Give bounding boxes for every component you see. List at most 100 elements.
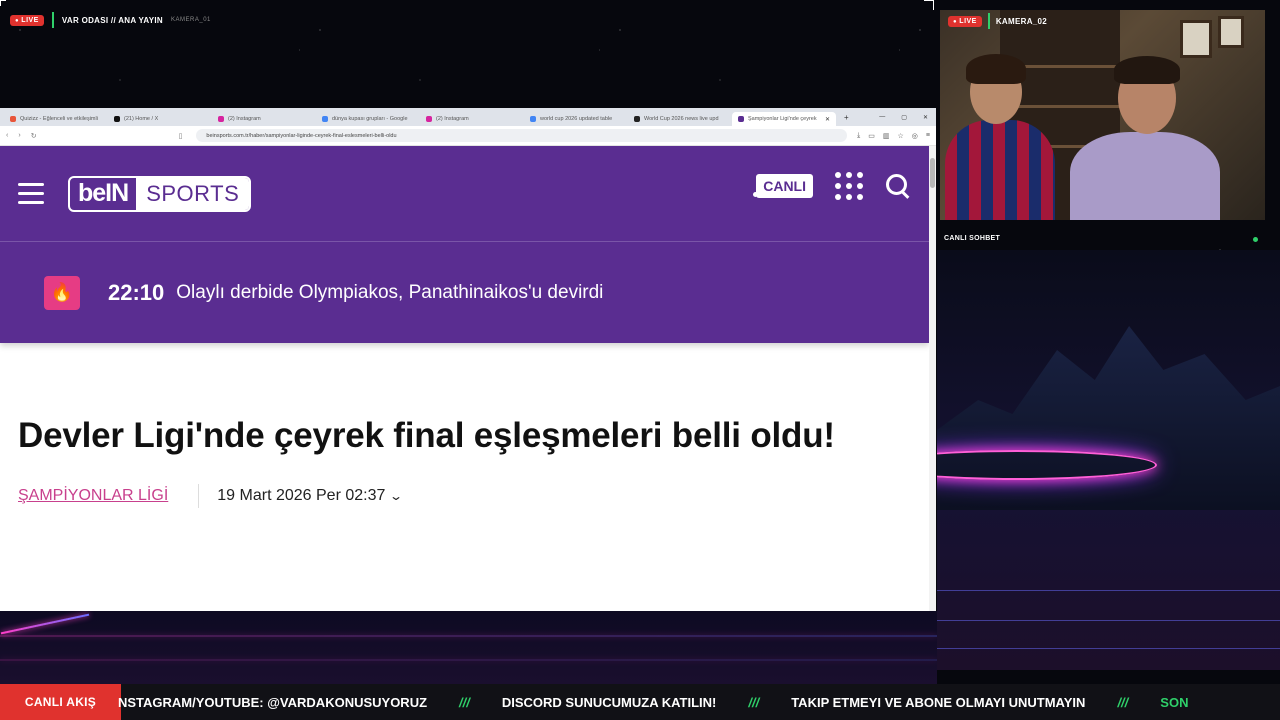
- tab-favicon-icon: [10, 116, 16, 122]
- tab-label: World Cup 2026 news live upd: [644, 116, 719, 122]
- live-button[interactable]: CANLI: [753, 174, 813, 198]
- tab-label: (21) Home / X: [124, 116, 159, 122]
- frame-corner-tl: [0, 0, 6, 6]
- article-title: Devler Ligi'nde çeyrek final eşleşmeleri…: [18, 416, 835, 455]
- meta-divider: [198, 484, 200, 508]
- news-separator: ///: [748, 694, 760, 710]
- webcam-header: LIVE KAMERA_02: [948, 13, 1047, 29]
- hamburger-menu-icon[interactable]: [18, 183, 44, 204]
- neon-line: [937, 620, 1280, 621]
- news-item: SON: [1160, 694, 1189, 710]
- download-icon[interactable]: ⤓: [857, 132, 860, 140]
- favorites-icon[interactable]: ☆: [898, 132, 904, 140]
- close-window-icon[interactable]: ✕: [923, 114, 928, 121]
- frame-corner-tr: [924, 0, 934, 10]
- bookmark-icon[interactable]: ▯: [179, 132, 183, 140]
- category-link[interactable]: ŞAMPİYONLAR LİGİ: [18, 487, 168, 505]
- menu-icon[interactable]: ≡: [926, 132, 930, 140]
- scrollbar-thumb[interactable]: [930, 158, 935, 188]
- tab-label: world cup 2026 updated table: [540, 116, 613, 122]
- browser-tab[interactable]: (2) Instagram: [212, 112, 316, 126]
- split-icon[interactable]: ▥: [883, 132, 890, 140]
- host-2-hair: [1114, 56, 1180, 84]
- live-badge: LIVE: [10, 14, 44, 26]
- ticker-headline[interactable]: Olaylı derbide Olympiakos, Panathinaikos…: [176, 282, 603, 304]
- news-ticker-track: NSTAGRAM/YOUTUBE: @VARDAKONUSUYORUZ /// …: [118, 695, 1188, 710]
- tab-label: dünya kupası grupları - Google: [332, 116, 408, 122]
- article-meta: ŞAMPİYONLAR LİGİ 19 Mart 2026 Per 02:37 …: [18, 484, 403, 508]
- web-page: beIN SPORTS CANLI 🔥 22:10 Olaylı derbide…: [0, 146, 929, 611]
- logo-sports-text: SPORTS: [136, 177, 250, 210]
- host-2: [1070, 132, 1220, 220]
- neon-line: [937, 648, 1280, 649]
- neon-decoration: [0, 611, 937, 684]
- page-scrollbar[interactable]: [929, 146, 936, 611]
- copilot-icon[interactable]: ◎: [912, 132, 918, 140]
- address-bar: ‹ › ↻ ▯ beinsports.com.tr/haber/sampiyon…: [0, 126, 936, 146]
- site-logo[interactable]: beIN SPORTS: [68, 175, 252, 212]
- neon-streak: [0, 635, 937, 637]
- tab-close-icon[interactable]: ✕: [825, 116, 830, 123]
- header-divider: [51, 12, 54, 28]
- news-separator: ///: [459, 694, 470, 710]
- webcam-feed: [940, 10, 1265, 220]
- url-field[interactable]: beinsports.com.tr/haber/sampiyonlar-ligi…: [196, 129, 848, 142]
- apps-grid-icon[interactable]: [835, 172, 863, 200]
- back-icon[interactable]: ‹: [6, 132, 8, 139]
- tab-label: Şampiyonlar Ligi'nde çeyrek: [748, 116, 817, 122]
- wall-frame: [1218, 16, 1244, 48]
- browser-tab[interactable]: (21) Home / X: [108, 112, 212, 126]
- header-divider: [987, 13, 990, 29]
- neon-streak: [0, 659, 937, 661]
- mountain-art: [937, 326, 1280, 510]
- browser-window: Quizizz - Eğlenceli ve etkileşimli (21) …: [0, 108, 936, 611]
- tab-favicon-icon: [218, 116, 224, 122]
- tab-favicon-icon: [738, 116, 744, 122]
- sidebar-icon[interactable]: ▭: [868, 132, 875, 140]
- camera-label-2: KAMERA_02: [995, 16, 1048, 26]
- news-separator: ///: [1117, 694, 1129, 710]
- browser-tab[interactable]: (2) Instagram: [420, 112, 524, 126]
- news-item: TAKIP ETMEYI VE ABONE OLMAYI UNUTMAYIN: [791, 694, 1086, 710]
- wall-frame: [1180, 20, 1212, 58]
- new-tab-icon[interactable]: +: [844, 113, 849, 122]
- breaking-news-ticker[interactable]: 🔥 22:10 Olaylı derbide Olympiakos, Panat…: [0, 241, 929, 343]
- tab-favicon-icon: [322, 116, 328, 122]
- chat-panel: [937, 250, 1280, 670]
- stream-title: VAR ODASI // ANA YAYIN: [61, 15, 164, 25]
- browser-tab[interactable]: dünya kupası grupları - Google: [316, 112, 420, 126]
- neon-streak: [0, 613, 90, 635]
- publish-date: 19 Mart 2026 Per 02:37: [217, 487, 386, 504]
- tab-label: Quizizz - Eğlenceli ve etkileşimli: [20, 116, 98, 122]
- chevron-down-icon[interactable]: ⌄: [389, 489, 403, 503]
- window-controls: — ▢ ✕: [879, 114, 936, 121]
- tab-favicon-icon: [530, 116, 536, 122]
- news-ticker-bar: CANLI AKIŞ NSTAGRAM/YOUTUBE: @VARDAKONUS…: [0, 684, 1280, 720]
- browser-tab-active[interactable]: Şampiyonlar Ligi'nde çeyrek ✕: [732, 112, 836, 126]
- maximize-icon[interactable]: ▢: [901, 114, 907, 121]
- live-badge: LIVE: [948, 15, 982, 27]
- reload-icon[interactable]: ↻: [31, 132, 37, 140]
- tab-strip: Quizizz - Eğlenceli ve etkileşimli (21) …: [0, 108, 936, 126]
- chat-status-dot: [1253, 237, 1258, 242]
- browser-tab[interactable]: Quizizz - Eğlenceli ve etkileşimli: [4, 112, 108, 126]
- toolbar-icons: ⤓ ▭ ▥ ☆ ◎ ≡: [857, 132, 930, 140]
- header-actions: CANLI: [753, 172, 911, 200]
- tab-favicon-icon: [634, 116, 640, 122]
- minimize-icon[interactable]: —: [879, 114, 885, 121]
- browser-tab[interactable]: world cup 2026 updated table: [524, 112, 628, 126]
- news-item: DISCORD SUNUCUMUZA KATILIN!: [501, 694, 717, 710]
- browser-tab[interactable]: World Cup 2026 news live upd: [628, 112, 732, 126]
- flame-icon: 🔥: [44, 275, 80, 310]
- host-1: [945, 120, 1055, 220]
- host-1-hair: [966, 54, 1026, 84]
- forward-icon[interactable]: ›: [18, 132, 20, 139]
- search-icon[interactable]: [885, 173, 911, 199]
- tab-favicon-icon: [426, 116, 432, 122]
- tab-label: (2) Instagram: [228, 116, 261, 122]
- site-header: beIN SPORTS CANLI: [0, 146, 929, 241]
- main-feed-header: LIVE VAR ODASI // ANA YAYIN KAMERA_01: [10, 12, 211, 28]
- news-ticker-label: CANLI AKIŞ: [0, 684, 121, 720]
- neon-line: [937, 590, 1280, 591]
- ticker-time: 22:10: [108, 279, 165, 305]
